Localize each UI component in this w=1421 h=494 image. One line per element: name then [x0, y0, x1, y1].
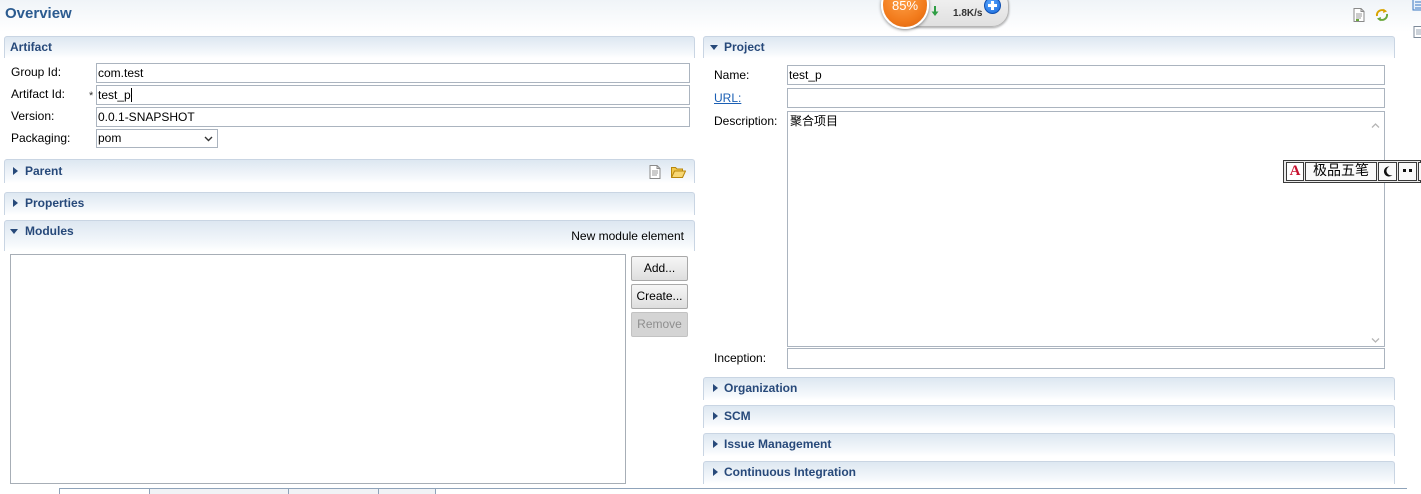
form-header: [0, 0, 1421, 32]
editor-tab[interactable]: [378, 489, 436, 494]
properties-section-header[interactable]: [4, 192, 695, 215]
punctuation-icon[interactable]: [1398, 162, 1417, 181]
description-scrollbar[interactable]: [1367, 112, 1384, 346]
packaging-label: Packaging:: [11, 131, 71, 145]
ime-mode-button[interactable]: A: [1286, 162, 1304, 181]
properties-section-title[interactable]: Properties: [25, 196, 84, 210]
editor-tab[interactable]: [59, 489, 150, 494]
parent-section-header[interactable]: [4, 159, 695, 183]
name-input[interactable]: [787, 65, 1385, 85]
editor-tab-bar: [59, 488, 1407, 494]
remove-module-button[interactable]: Remove: [631, 312, 688, 337]
scm-section-title[interactable]: SCM: [724, 409, 751, 423]
artifact-id-label: Artifact Id:: [11, 87, 66, 101]
modules-section-title[interactable]: Modules: [25, 224, 74, 238]
required-marker: *: [89, 90, 94, 102]
artifact-id-input[interactable]: [96, 85, 690, 105]
artifact-section-header: [4, 36, 695, 58]
continuous-integration-section-title[interactable]: Continuous Integration: [724, 465, 856, 479]
chevron-down-icon[interactable]: [201, 131, 216, 146]
description-text[interactable]: 聚合项目: [788, 112, 1366, 344]
modules-list[interactable]: [10, 254, 626, 484]
create-module-button[interactable]: Create...: [631, 284, 688, 309]
expand-triangle-icon[interactable]: [713, 384, 718, 392]
expand-triangle-icon[interactable]: [713, 412, 718, 420]
expand-triangle-icon[interactable]: [713, 468, 718, 476]
ime-name-label: 极品五笔: [1313, 163, 1369, 179]
open-folder-icon[interactable]: [670, 164, 686, 180]
memory-percent: 85%: [891, 0, 919, 13]
url-link[interactable]: URL:: [714, 91, 741, 105]
name-label: Name:: [714, 68, 750, 82]
view-list-icon[interactable]: [1411, 0, 1421, 12]
project-section-header[interactable]: [703, 36, 1395, 58]
half-width-moon-icon[interactable]: [1378, 162, 1397, 181]
parent-section-title[interactable]: Parent: [25, 164, 62, 178]
description-label: Description:: [714, 114, 778, 128]
project-section-title[interactable]: Project: [724, 40, 765, 54]
ime-mode-label: A: [1289, 163, 1301, 179]
organization-section-title[interactable]: Organization: [724, 381, 797, 395]
scroll-down-icon[interactable]: [1371, 333, 1380, 343]
document-icon[interactable]: [1351, 7, 1367, 23]
editor-tab[interactable]: [288, 489, 379, 494]
issue-management-section-title[interactable]: Issue Management: [724, 437, 831, 451]
organization-section-header[interactable]: [703, 377, 1395, 400]
url-input[interactable]: [787, 88, 1385, 108]
group-id-input[interactable]: [96, 63, 690, 83]
group-id-label: Group Id:: [11, 65, 62, 79]
download-rate: 1.8K/s: [953, 8, 983, 19]
ime-toolbar[interactable]: A 极品五笔: [1283, 160, 1421, 183]
refresh-icon[interactable]: [1374, 7, 1390, 23]
view-document-icon[interactable]: [1411, 24, 1421, 40]
editor-tab[interactable]: [149, 489, 289, 494]
scroll-up-icon[interactable]: [1371, 118, 1380, 128]
version-label: Version:: [11, 109, 55, 123]
packaging-selected-value: pom: [98, 131, 122, 145]
modules-description: New module element: [571, 229, 684, 243]
download-arrow-icon: [930, 5, 940, 17]
add-module-button[interactable]: Add...: [631, 256, 688, 281]
expand-triangle-icon[interactable]: [713, 440, 718, 448]
artifact-section-title: Artifact: [10, 40, 53, 54]
description-textarea[interactable]: 聚合项目: [787, 111, 1385, 347]
collapse-triangle-icon[interactable]: [710, 45, 718, 50]
ime-name-button[interactable]: 极品五笔: [1305, 162, 1377, 181]
version-input[interactable]: [96, 107, 690, 127]
inception-label: Inception:: [714, 351, 767, 365]
page-title: Overview: [5, 5, 72, 22]
expand-triangle-icon[interactable]: [13, 167, 18, 175]
inception-input[interactable]: [787, 348, 1385, 369]
document-icon[interactable]: [647, 164, 663, 180]
text-caret: [131, 88, 132, 102]
expand-triangle-icon[interactable]: [13, 199, 18, 207]
scm-section-header[interactable]: [703, 405, 1395, 428]
packaging-select[interactable]: pom: [96, 129, 218, 148]
collapse-triangle-icon[interactable]: [10, 229, 18, 234]
